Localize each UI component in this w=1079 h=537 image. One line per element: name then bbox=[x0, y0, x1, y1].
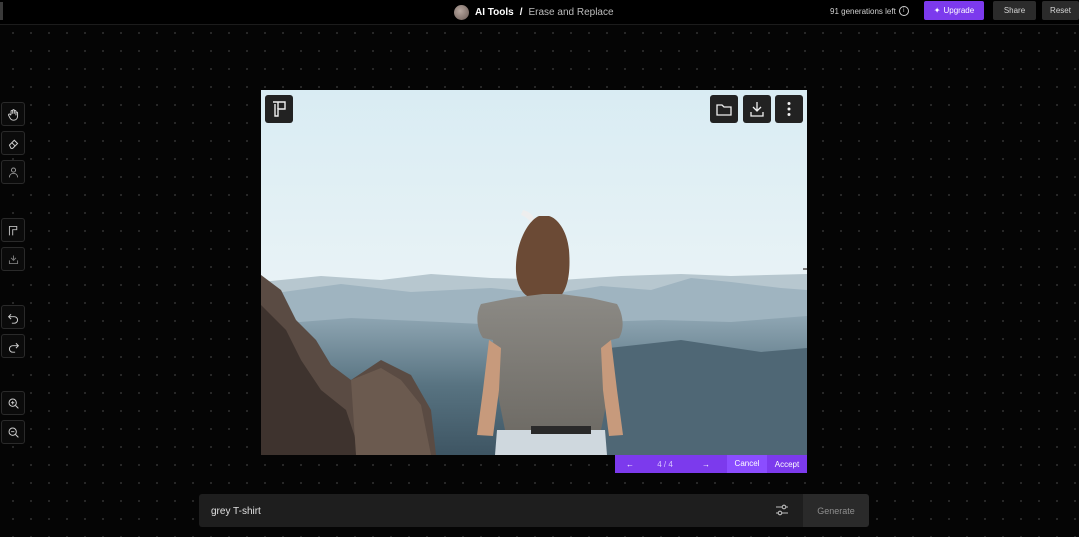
logo-icon bbox=[273, 101, 286, 117]
zoom-out-button[interactable] bbox=[1, 420, 25, 444]
more-icon bbox=[787, 102, 791, 116]
next-variant-button[interactable]: → bbox=[685, 460, 727, 469]
sparkle-icon: ✦ bbox=[933, 6, 941, 15]
tray-icon bbox=[8, 254, 18, 264]
eraser-icon bbox=[8, 139, 18, 149]
generations-counter: 91 generations left i bbox=[830, 6, 909, 16]
variant-bar: ← 4 / 4 → Cancel Accept bbox=[615, 455, 807, 473]
undo-icon bbox=[7, 313, 18, 324]
cancel-button[interactable]: Cancel bbox=[727, 455, 767, 473]
eraser-tool-button[interactable] bbox=[1, 131, 25, 155]
brand-logo-icon[interactable] bbox=[454, 4, 469, 20]
download-icon bbox=[750, 102, 764, 117]
hand-icon bbox=[7, 108, 18, 121]
flag-tool-button[interactable] bbox=[1, 218, 25, 242]
zoom-in-button[interactable] bbox=[1, 391, 25, 415]
upgrade-label: Upgrade bbox=[943, 6, 975, 15]
redo-button[interactable] bbox=[1, 334, 25, 358]
upgrade-button[interactable]: ✦ Upgrade bbox=[924, 1, 984, 20]
sliders-icon[interactable] bbox=[775, 503, 789, 517]
reset-button[interactable]: Reset bbox=[1042, 1, 1079, 20]
variant-counter: 4 / 4 bbox=[657, 459, 673, 469]
prompt-bar bbox=[199, 494, 803, 527]
undo-button[interactable] bbox=[1, 305, 25, 329]
top-bar: AI Tools / Erase and Replace 91 generati… bbox=[0, 0, 1079, 25]
redo-icon bbox=[8, 342, 19, 353]
accept-button[interactable]: Accept bbox=[767, 460, 807, 469]
share-button[interactable]: Share bbox=[993, 1, 1036, 20]
zoom-in-icon bbox=[8, 398, 19, 409]
flag-icon bbox=[8, 225, 17, 235]
open-folder-button[interactable] bbox=[710, 95, 738, 123]
person-icon bbox=[8, 167, 18, 177]
person-tool-button[interactable] bbox=[1, 160, 25, 184]
breadcrumb: AI Tools / Erase and Replace bbox=[454, 3, 614, 21]
download-button[interactable] bbox=[743, 95, 771, 123]
menu-handle[interactable] bbox=[0, 2, 3, 20]
prompt-input[interactable] bbox=[211, 503, 751, 519]
hand-tool-button[interactable] bbox=[1, 102, 25, 126]
zoom-out-icon bbox=[8, 427, 19, 438]
tray-tool-button[interactable] bbox=[1, 247, 25, 271]
scene-photo bbox=[261, 90, 807, 455]
breadcrumb-separator: / bbox=[519, 6, 523, 18]
info-icon[interactable]: i bbox=[898, 6, 909, 16]
page-title: Erase and Replace bbox=[528, 6, 614, 18]
more-options-button[interactable] bbox=[775, 95, 803, 123]
previous-variant-button[interactable]: ← bbox=[615, 460, 645, 469]
generations-left-text: 91 generations left bbox=[830, 6, 896, 16]
resize-handle[interactable] bbox=[803, 268, 807, 270]
generate-button[interactable]: Generate bbox=[803, 494, 869, 527]
canvas-logo-button[interactable] bbox=[265, 95, 293, 123]
brand-name[interactable]: AI Tools bbox=[475, 7, 514, 18]
canvas-image[interactable] bbox=[261, 90, 807, 455]
folder-icon bbox=[716, 104, 732, 116]
